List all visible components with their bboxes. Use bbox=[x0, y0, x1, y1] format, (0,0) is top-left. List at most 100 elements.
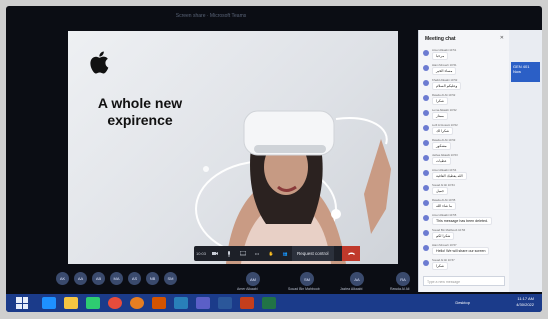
calendar-card[interactable]: GEN 401 Now bbox=[511, 62, 540, 82]
tray-date: 4/30/2022 bbox=[516, 302, 534, 307]
system-tray-clock[interactable]: 11:17 AM 4/30/2022 bbox=[516, 296, 534, 308]
powerpoint-icon[interactable] bbox=[240, 297, 254, 309]
participant-avatar[interactable]: RA bbox=[396, 272, 410, 286]
participant-avatar[interactable]: NB bbox=[146, 272, 159, 285]
chat-bubble: Hello! We will share our screen bbox=[432, 247, 490, 255]
windows-start-button[interactable] bbox=[16, 297, 28, 309]
participant-avatar[interactable]: AK bbox=[56, 272, 69, 285]
window-title: Screen share · Microsoft Teams bbox=[175, 13, 247, 19]
chat-message: Amer Alkaabi 10:54 الله يعطيك العافية bbox=[423, 168, 507, 182]
chat-message: Khalid Alkaabi 10:52 وعليكم السلام bbox=[423, 78, 507, 92]
participant-name: Souad Bin Mahboob bbox=[288, 287, 320, 291]
more-options-button[interactable]: ••• bbox=[250, 246, 264, 261]
chat-message: Hiam Mroueh 10:51 مساء الخير bbox=[423, 63, 507, 77]
participant-avatar[interactable]: SM bbox=[164, 272, 177, 285]
chat-bubble: عطيات bbox=[432, 157, 451, 165]
leave-call-button[interactable] bbox=[342, 246, 360, 261]
chat-message: Amer Alkaabi 10:51 مرحبا bbox=[423, 48, 507, 62]
share-screen-icon bbox=[240, 251, 247, 256]
chat-message-input[interactable]: Type a new message bbox=[423, 276, 505, 286]
chat-message: Rawda Al Ali 10:53 مشكور bbox=[423, 138, 507, 152]
chat-bubble: شكرا لك bbox=[432, 127, 454, 135]
chat-bubble: شكرا bbox=[432, 97, 448, 105]
participant-name: Amer Alkaabi bbox=[237, 287, 258, 291]
avatar bbox=[423, 140, 429, 146]
chrome-icon[interactable] bbox=[108, 297, 122, 309]
avatar bbox=[423, 215, 429, 221]
avatar bbox=[423, 170, 429, 176]
windows-taskbar: Desktop 11:17 AM 4/30/2022 bbox=[6, 294, 542, 312]
desktop-toolbar-label[interactable]: Desktop bbox=[455, 300, 470, 305]
excel-icon[interactable] bbox=[262, 297, 276, 309]
share-button[interactable] bbox=[236, 246, 250, 261]
chat-bubble: مشكور bbox=[432, 142, 451, 150]
close-chat-button[interactable]: ✕ bbox=[500, 35, 504, 41]
avatar bbox=[423, 245, 429, 251]
participant-avatar[interactable]: AM bbox=[246, 272, 260, 286]
mic-button[interactable] bbox=[222, 246, 236, 261]
participant-strip: AK AA AB MA AS NB SM AM Amer Alkaabi SM … bbox=[56, 272, 416, 294]
mail-icon[interactable] bbox=[174, 297, 188, 309]
avatar bbox=[423, 80, 429, 86]
camera-icon bbox=[212, 252, 219, 255]
chat-bubble: الله يعطيك العافية bbox=[432, 172, 467, 180]
chat-message: Hiam Mroueh 10:57 Hello! We will share ou… bbox=[423, 243, 507, 257]
chat-message: Rawda Al Ali 10:55 ما شاء الله bbox=[423, 198, 507, 212]
meeting-timer: 10:03 bbox=[196, 251, 207, 256]
camera-button[interactable] bbox=[208, 246, 222, 261]
avatar bbox=[423, 185, 429, 191]
avatar bbox=[423, 155, 429, 161]
more-icon: ••• bbox=[254, 251, 260, 256]
participants-button[interactable]: 👥 bbox=[278, 246, 292, 261]
file-explorer-icon[interactable] bbox=[64, 297, 78, 309]
reactions-button[interactable]: ✋ bbox=[264, 246, 278, 261]
participant-avatar[interactable]: AA bbox=[74, 272, 87, 285]
avatar bbox=[423, 125, 429, 131]
chat-bubble: شكرا bbox=[432, 262, 448, 270]
avatar bbox=[423, 50, 429, 56]
chat-bubble: ممتاز bbox=[432, 112, 448, 120]
participant-avatar[interactable]: SM bbox=[300, 272, 314, 286]
avatar bbox=[423, 65, 429, 71]
store-icon[interactable] bbox=[86, 297, 100, 309]
participant-avatar[interactable]: MA bbox=[110, 272, 123, 285]
chat-message: Amer Alkaabi 10:55 This message has been … bbox=[423, 213, 507, 227]
chat-bubble: مرحبا bbox=[432, 52, 449, 60]
chat-message: Souad Bin Mahboob 10:56 شكرا لكم bbox=[423, 228, 507, 242]
close-icon: ✕ bbox=[499, 35, 504, 41]
slide-headline-line-2: expirence bbox=[107, 112, 173, 128]
internet-explorer-icon[interactable] bbox=[42, 297, 56, 309]
office-icon[interactable] bbox=[152, 297, 166, 309]
chat-bubble: مساء الخير bbox=[432, 67, 457, 75]
avatar bbox=[423, 95, 429, 101]
shared-screen: A whole new expirence 10:03 ••• ✋ 👥 Requ… bbox=[68, 31, 398, 264]
avatar bbox=[423, 230, 429, 236]
hang-up-icon bbox=[347, 252, 355, 255]
avatar bbox=[423, 260, 429, 266]
participant-avatar[interactable]: AS bbox=[128, 272, 141, 285]
firefox-icon[interactable] bbox=[130, 297, 144, 309]
word-icon[interactable] bbox=[218, 297, 232, 309]
chat-message: Souad Al Ali 10:54 جميل bbox=[423, 183, 507, 197]
teams-icon[interactable] bbox=[196, 297, 210, 309]
card-subtitle: Now bbox=[513, 69, 522, 74]
chat-message: Souad Al Ali 10:57 شكرا bbox=[423, 258, 507, 272]
monitor-screen: Screen share · Microsoft Teams A whole n… bbox=[6, 6, 542, 312]
chat-bubble: جميل bbox=[432, 187, 449, 195]
participant-avatar[interactable]: AA bbox=[350, 272, 364, 286]
chat-title: Meeting chat bbox=[425, 36, 456, 42]
chat-message: Rawda Al Ali 10:52 شكرا bbox=[423, 93, 507, 107]
avatar bbox=[423, 110, 429, 116]
slide-headline-line-1: A whole new bbox=[97, 95, 183, 111]
chat-message: Lutfi Al Hosani 10:52 شكرا لك bbox=[423, 123, 507, 137]
meeting-chat-panel: Meeting chat ✕ Amer Alkaabi 10:51 مرحبا H… bbox=[418, 30, 509, 292]
chat-message: Lema Alkaabi 10:52 ممتاز bbox=[423, 108, 507, 122]
raise-hand-icon: ✋ bbox=[268, 251, 274, 256]
meeting-controls: 10:03 ••• ✋ 👥 Request control bbox=[194, 246, 360, 261]
participant-avatar[interactable]: AB bbox=[92, 272, 105, 285]
request-control-button[interactable]: Request control bbox=[292, 246, 334, 261]
chat-bubble: This message has been deleted. bbox=[432, 217, 492, 225]
people-icon: 👥 bbox=[282, 251, 288, 256]
participant-name: Jazlea Alkaabi bbox=[340, 287, 363, 291]
windows-logo-icon bbox=[16, 297, 22, 303]
